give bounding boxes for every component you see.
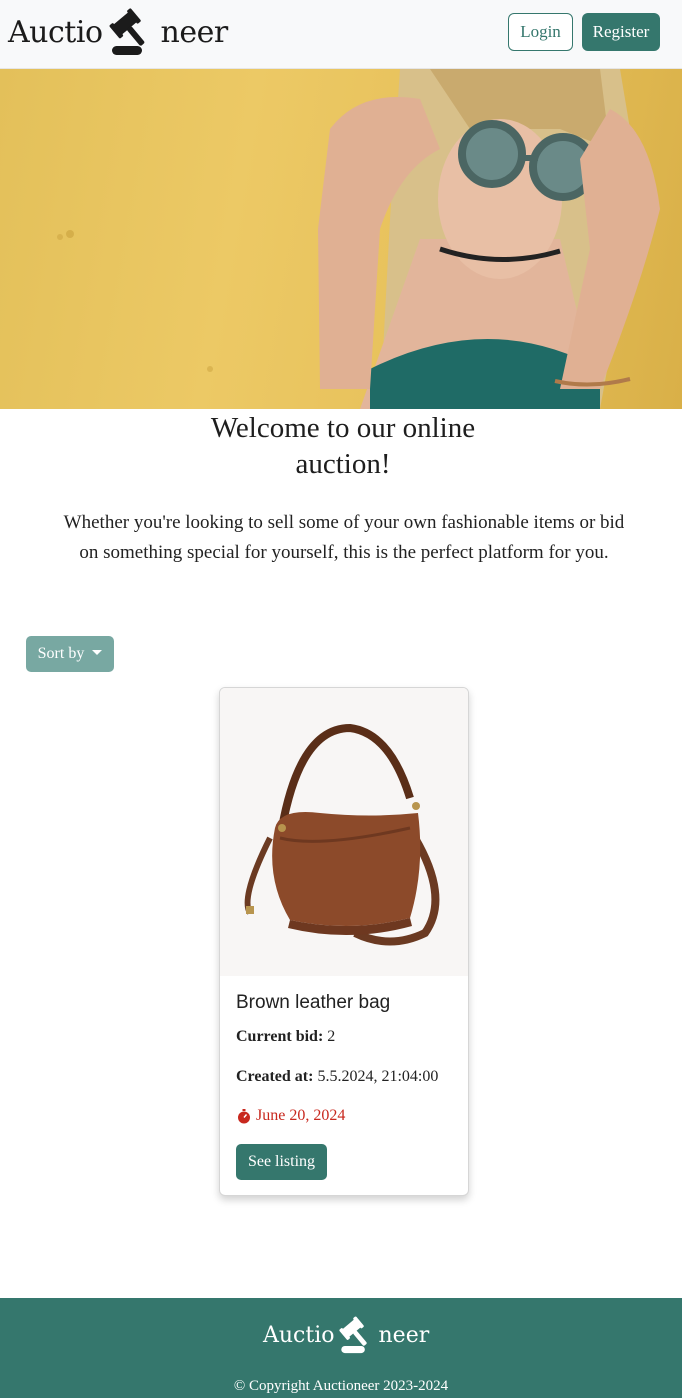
hero-image (0, 69, 682, 409)
login-button[interactable]: Login (508, 13, 573, 51)
see-listing-button[interactable]: See listing (236, 1144, 327, 1180)
welcome-title: Welcome to our online auction! (180, 410, 506, 482)
brand-logo[interactable]: Auctio neer (8, 8, 228, 56)
current-bid-value: 2 (327, 1028, 336, 1045)
welcome-text: Whether you're looking to sell some of y… (63, 512, 625, 563)
deadline-row: June 20, 2024 (236, 1107, 345, 1125)
footer: Auctio neer © Copyright Auctioneer 2023-… (0, 1298, 682, 1398)
hero-photo (57, 69, 660, 409)
welcome-title-line1: Welcome to our online (210, 412, 476, 444)
logo-text-right: neer (160, 14, 229, 50)
current-bid-label: Current bid: (236, 1028, 324, 1045)
register-button[interactable]: Register (582, 13, 660, 51)
sort-by-label: Sort by (37, 645, 85, 662)
sort-by-dropdown[interactable]: Sort by (26, 636, 114, 672)
gavel-icon (338, 1316, 367, 1354)
copyright-text: © Copyright Auctioneer 2023-2024 (233, 1378, 449, 1394)
welcome-title-line2: auction! (295, 448, 391, 480)
logo-text-left: Auctio (8, 14, 103, 50)
listing-card: Brown leather bag Current bid: 2 Created… (219, 687, 469, 1196)
listing-title: Brown leather bag (236, 992, 391, 1013)
created-at-row: Created at: 5.5.2024, 21:04:00 (236, 1068, 438, 1086)
deadline-date: June 20, 2024 (256, 1107, 346, 1124)
created-at-label: Created at: (236, 1068, 314, 1085)
gavel-icon (109, 8, 144, 55)
footer-logo-text-left: Auctio (263, 1322, 335, 1348)
caret-down-icon (92, 650, 103, 655)
brown-bag-image (244, 723, 440, 946)
navbar: Auctio neer Login Register (0, 0, 682, 69)
timer-icon (238, 1109, 250, 1124)
created-at-value: 5.5.2024, 21:04:00 (317, 1068, 439, 1085)
footer-logo[interactable]: Auctio neer (263, 1314, 429, 1356)
listing-image (220, 688, 468, 976)
footer-logo-text-right: neer (378, 1322, 430, 1348)
current-bid-row: Current bid: 2 (236, 1028, 335, 1046)
